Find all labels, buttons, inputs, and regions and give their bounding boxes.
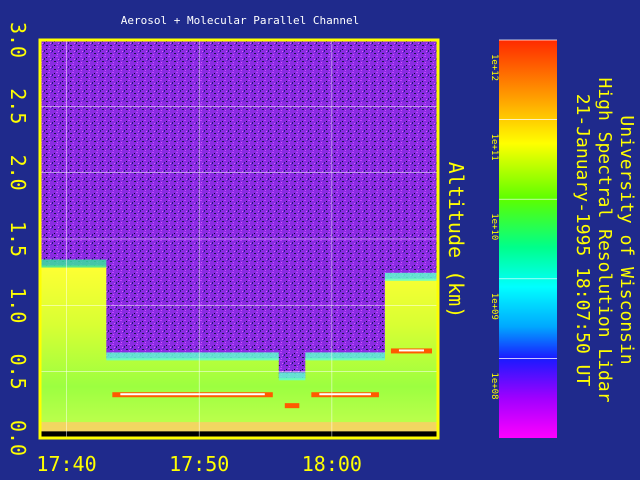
strong-return bbox=[284, 403, 300, 409]
x-tick-label: 18:00 bbox=[302, 452, 362, 476]
colorbar bbox=[499, 40, 557, 438]
layer-edge bbox=[40, 259, 107, 268]
y-tick-label: 2.0 bbox=[6, 155, 30, 191]
y-tick-label: 0.5 bbox=[6, 354, 30, 390]
colorbar-tick-label: 1e+11 bbox=[489, 134, 499, 161]
y-tick-label: 2.5 bbox=[6, 88, 30, 124]
saturated-return bbox=[319, 393, 371, 396]
timestamp-text: 21-January-1995 18:07:50 UT bbox=[572, 93, 593, 387]
y-tick-label: 0.0 bbox=[6, 420, 30, 456]
x-tick-label: 17:50 bbox=[169, 452, 229, 476]
layer-edge bbox=[384, 272, 438, 281]
colorbar-tick-label: 1e+10 bbox=[489, 213, 499, 240]
saturated-return bbox=[398, 349, 424, 352]
layer-edge bbox=[106, 352, 279, 361]
instrument-text: High Spectral Resolution Lidar bbox=[594, 77, 615, 403]
layer-edge bbox=[278, 372, 306, 381]
x-tick-label: 17:40 bbox=[36, 452, 96, 476]
y-tick-label: 1.5 bbox=[6, 221, 30, 257]
lidar-chart: 17:40 17:50 18:00 0.0 0.5 1.0 1.5 2.0 2.5 3.0 1e+… bbox=[6, 22, 557, 476]
layer-edge bbox=[305, 352, 385, 361]
institution-text: University of Wisconsin bbox=[616, 115, 637, 365]
surface-band bbox=[40, 422, 438, 433]
y-tick-label: 3.0 bbox=[6, 22, 30, 58]
lidar-figure: Aerosol + Molecular Parallel Channel 17:… bbox=[0, 0, 640, 480]
saturated-return bbox=[120, 393, 265, 396]
colorbar-tick-label: 1e+08 bbox=[489, 372, 499, 399]
y-tick-label: 1.0 bbox=[6, 287, 30, 323]
colorbar-tick-label: 1e+12 bbox=[489, 54, 499, 81]
colorbar-tick-label: 1e+09 bbox=[489, 293, 499, 320]
y-axis-label: Altitude (km) bbox=[444, 161, 468, 319]
